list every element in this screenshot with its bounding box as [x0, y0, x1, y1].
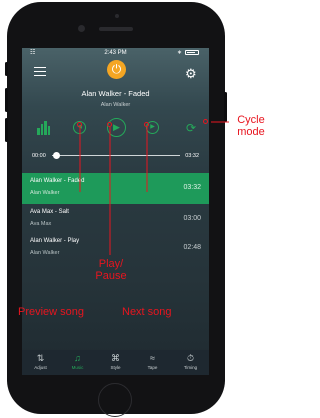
annotation-next-song: Next song — [122, 306, 172, 318]
annotation-preview-song: Preview song — [18, 306, 85, 318]
annotation-cycle-mode: Cycle mode — [237, 114, 265, 138]
annotation-leader-lines — [79, 121, 229, 255]
annotation-dot-preview — [77, 122, 82, 127]
annotation-dot-play — [107, 122, 112, 127]
annotation-play-pause: Play/ Pause — [95, 258, 127, 282]
annotation-dot-next — [144, 122, 149, 127]
annotation-dot-cycle — [203, 119, 208, 124]
